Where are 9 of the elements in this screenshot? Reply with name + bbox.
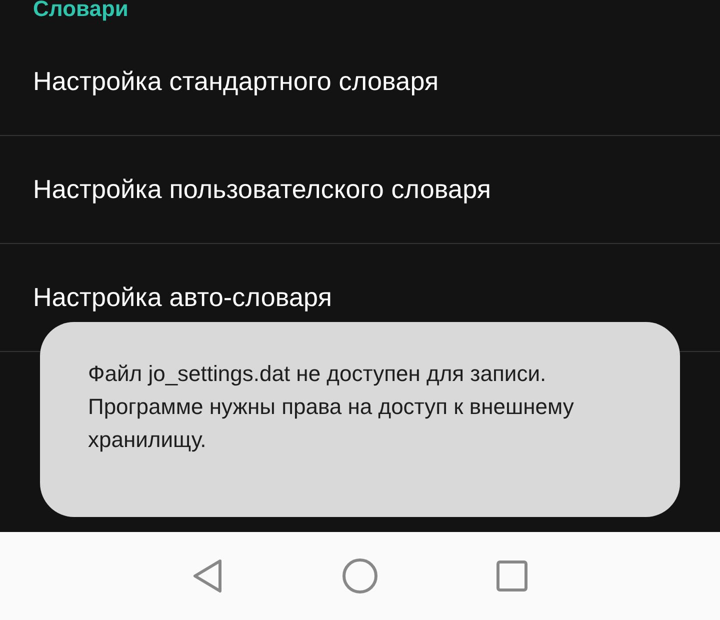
recents-icon[interactable] bbox=[496, 560, 528, 592]
preference-title[interactable]: Настройка пользователского словаря bbox=[33, 174, 492, 205]
toast-text: Программе нужны права на доступ к внешнему хранилищу. bbox=[88, 393, 575, 454]
preference-title[interactable]: Настройка стандартного словаря bbox=[33, 66, 439, 97]
toast-text: Файл jo_settings.dat не доступен для записи. bbox=[88, 360, 548, 388]
back-icon[interactable] bbox=[192, 558, 224, 594]
home-icon[interactable] bbox=[342, 558, 378, 594]
preference-title[interactable]: Настройка авто-словаря bbox=[33, 282, 332, 313]
section-header: Словари bbox=[32, 0, 130, 23]
